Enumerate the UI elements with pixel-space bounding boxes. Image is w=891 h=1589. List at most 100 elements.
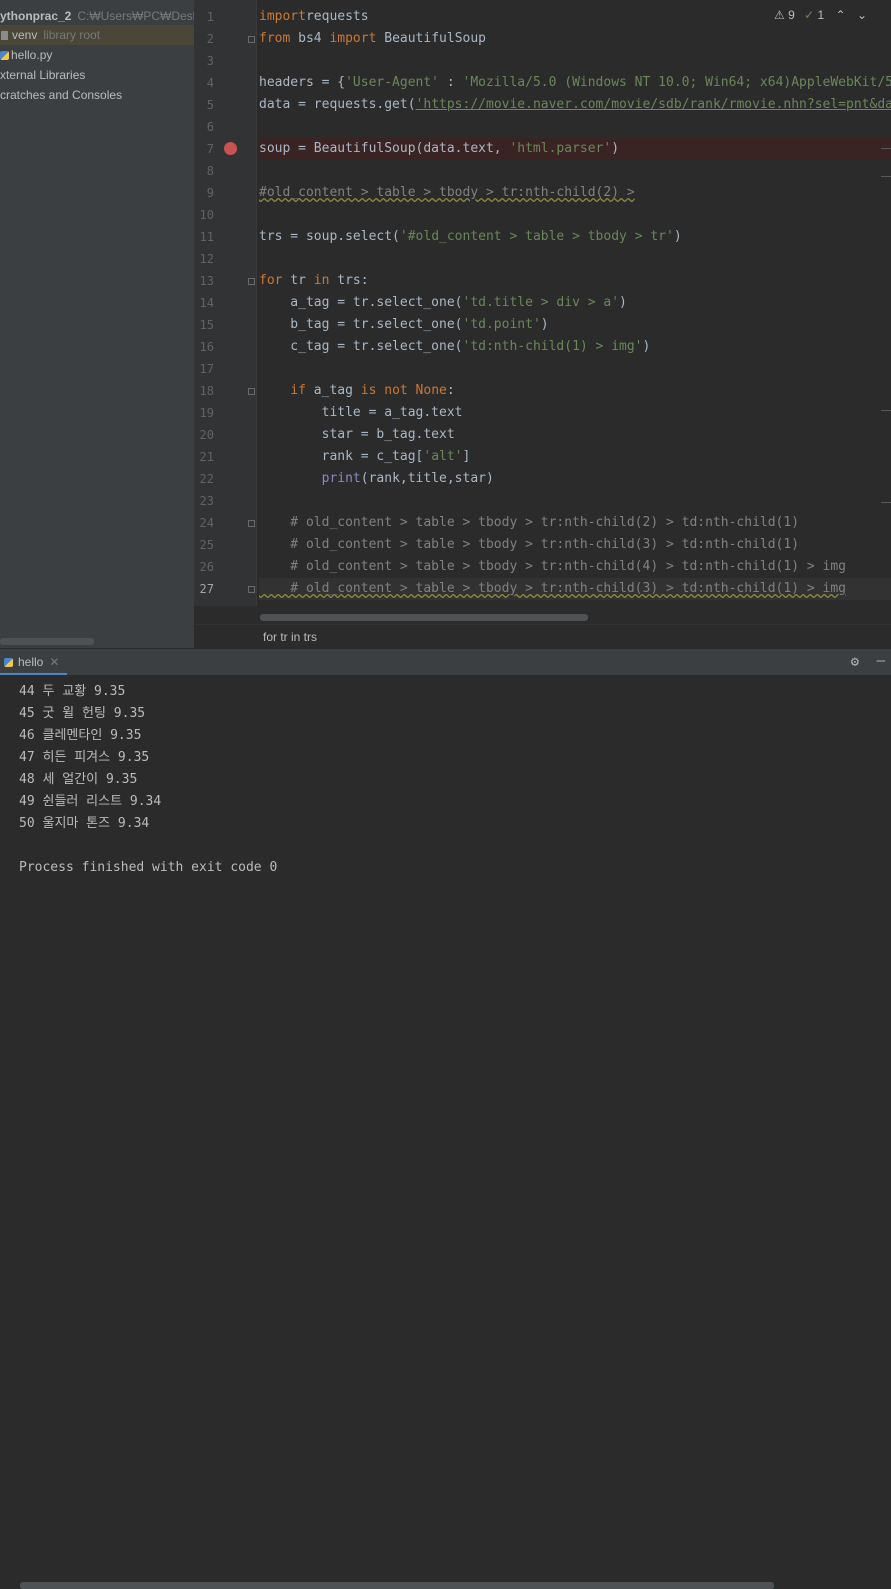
- line-number[interactable]: 16: [194, 336, 214, 358]
- code-token: BeautifulSoup: [376, 31, 486, 46]
- code-line[interactable]: [259, 116, 891, 138]
- line-number[interactable]: 10: [194, 204, 214, 226]
- fold-marker-icon[interactable]: [248, 278, 255, 285]
- code-token: [259, 471, 322, 486]
- editor-horizontal-scrollbar[interactable]: [260, 614, 588, 621]
- code-token: a_tag = tr.select_one(: [259, 295, 463, 310]
- code-token: :: [447, 383, 455, 398]
- code-line[interactable]: soup = BeautifulSoup(data.text, 'html.pa…: [259, 138, 891, 160]
- code-token: [259, 383, 290, 398]
- minimize-icon[interactable]: —: [877, 653, 885, 669]
- code-line[interactable]: [259, 204, 891, 226]
- tree-item-external-libraries[interactable]: xternal Libraries: [0, 65, 85, 85]
- chevron-down-icon[interactable]: ⌄: [857, 8, 867, 22]
- gear-icon[interactable]: ⚙: [851, 654, 859, 670]
- code-token: print: [322, 471, 361, 486]
- line-number[interactable]: 14: [194, 292, 214, 314]
- code-token: data = requests.get(: [259, 97, 416, 112]
- line-number[interactable]: 18: [194, 380, 214, 402]
- tree-item-venv[interactable]: venvlibrary root: [0, 25, 194, 45]
- line-number[interactable]: 2: [194, 28, 214, 50]
- error-stripe-mark[interactable]: [881, 410, 891, 411]
- code-token: 'td.title > div > a': [463, 295, 620, 310]
- sidebar-scrollbar[interactable]: [0, 638, 94, 645]
- code-editor[interactable]: 1234567891011121314151617181920212223242…: [194, 0, 891, 648]
- tree-item-hello-py[interactable]: hello.py: [0, 45, 52, 65]
- code-line[interactable]: data = requests.get('https://movie.naver…: [259, 94, 891, 116]
- code-line[interactable]: if a_tag is not None:: [259, 380, 891, 402]
- code-line[interactable]: b_tag = tr.select_one('td.point'): [259, 314, 891, 336]
- line-number[interactable]: 22: [194, 468, 214, 490]
- error-stripe-mark[interactable]: [881, 176, 891, 177]
- fold-marker-icon[interactable]: [248, 520, 255, 527]
- code-token: b_tag = tr.select_one(: [259, 317, 463, 332]
- tree-item-label: hello.py: [11, 48, 52, 62]
- console-horizontal-scrollbar[interactable]: [20, 1582, 774, 1589]
- code-line[interactable]: # old_content > table > tbody > tr:nth-c…: [259, 556, 891, 578]
- line-number[interactable]: 7: [194, 138, 214, 160]
- code-line[interactable]: c_tag = tr.select_one('td:nth-child(1) >…: [259, 336, 891, 358]
- line-number[interactable]: 26: [194, 556, 214, 578]
- project-panel: ythonprac_2C:₩Users₩PC₩Deskto venvlibrar…: [0, 0, 194, 648]
- code-line[interactable]: print(rank,title,star): [259, 468, 891, 490]
- line-number[interactable]: 11: [194, 226, 214, 248]
- code-token: star = b_tag.text: [259, 427, 455, 442]
- code-line[interactable]: for tr in trs:: [259, 270, 891, 292]
- code-line[interactable]: [259, 490, 891, 512]
- line-number[interactable]: 5: [194, 94, 214, 116]
- line-number[interactable]: 12: [194, 248, 214, 270]
- line-number[interactable]: 27: [194, 578, 214, 600]
- line-number[interactable]: 20: [194, 424, 214, 446]
- code-line[interactable]: # old_content > table > tbody > tr:nth-c…: [259, 578, 891, 600]
- close-icon[interactable]: ✕: [49, 655, 59, 669]
- line-number[interactable]: 23: [194, 490, 214, 512]
- code-line[interactable]: title = a_tag.text: [259, 402, 891, 424]
- line-number[interactable]: 21: [194, 446, 214, 468]
- line-number[interactable]: 13: [194, 270, 214, 292]
- code-line[interactable]: a_tag = tr.select_one('td.title > div > …: [259, 292, 891, 314]
- line-number[interactable]: 8: [194, 160, 214, 182]
- code-line[interactable]: # old_content > table > tbody > tr:nth-c…: [259, 512, 891, 534]
- code-line[interactable]: [259, 248, 891, 270]
- code-line[interactable]: trs = soup.select('#old_content > table …: [259, 226, 891, 248]
- code-line[interactable]: star = b_tag.text: [259, 424, 891, 446]
- code-line[interactable]: rank = c_tag['alt']: [259, 446, 891, 468]
- line-number[interactable]: 15: [194, 314, 214, 336]
- breadcrumb[interactable]: for tr in trs: [263, 630, 317, 644]
- line-number[interactable]: 25: [194, 534, 214, 556]
- run-console[interactable]: 44 두 교황 9.3545 굿 윌 헌팅 9.3546 클레멘타인 9.354…: [0, 675, 891, 914]
- line-number[interactable]: 4: [194, 72, 214, 94]
- console-output-line: 45 굿 윌 헌팅 9.35: [19, 703, 145, 725]
- line-number[interactable]: 24: [194, 512, 214, 534]
- line-number[interactable]: 1: [194, 6, 214, 28]
- fold-marker-icon[interactable]: [248, 586, 255, 593]
- fold-marker-icon[interactable]: [248, 36, 255, 43]
- run-tab-hello[interactable]: hello✕: [0, 649, 67, 676]
- line-number[interactable]: 6: [194, 116, 214, 138]
- code-line[interactable]: from bs4 import BeautifulSoup: [259, 28, 891, 50]
- code-line[interactable]: [259, 50, 891, 72]
- breakpoint-icon[interactable]: [224, 142, 237, 155]
- line-number[interactable]: 9: [194, 182, 214, 204]
- fold-marker-icon[interactable]: [248, 388, 255, 395]
- error-stripe-mark[interactable]: [881, 502, 891, 503]
- line-number[interactable]: 3: [194, 50, 214, 72]
- code-line[interactable]: [259, 160, 891, 182]
- code-token: ): [611, 141, 619, 156]
- code-line[interactable]: [259, 358, 891, 380]
- error-stripe-mark[interactable]: [881, 148, 891, 149]
- line-number[interactable]: 17: [194, 358, 214, 380]
- chevron-up-icon[interactable]: ⌃: [836, 8, 846, 22]
- code-line[interactable]: # old_content > table > tbody > tr:nth-c…: [259, 534, 891, 556]
- tree-item-scratches[interactable]: cratches and Consoles: [0, 85, 122, 105]
- code-line[interactable]: #old_content > table > tbody > tr:nth-ch…: [259, 182, 891, 204]
- project-root-item[interactable]: ythonprac_2C:₩Users₩PC₩Deskto: [0, 6, 194, 26]
- code-token: # old_content > table > tbody > tr:nth-c…: [259, 559, 846, 574]
- code-token: 'https://movie.naver.com/movie/sdb/rank/…: [416, 97, 891, 112]
- code-token: requests: [306, 9, 369, 24]
- python-file-icon: [4, 658, 13, 667]
- code-line[interactable]: headers = {'User-Agent' : 'Mozilla/5.0 (…: [259, 72, 891, 94]
- code-token: if: [290, 383, 306, 398]
- line-number[interactable]: 19: [194, 402, 214, 424]
- inspection-widget[interactable]: ⚠ 9 ✓ 1 ⌃ ⌄: [774, 8, 867, 22]
